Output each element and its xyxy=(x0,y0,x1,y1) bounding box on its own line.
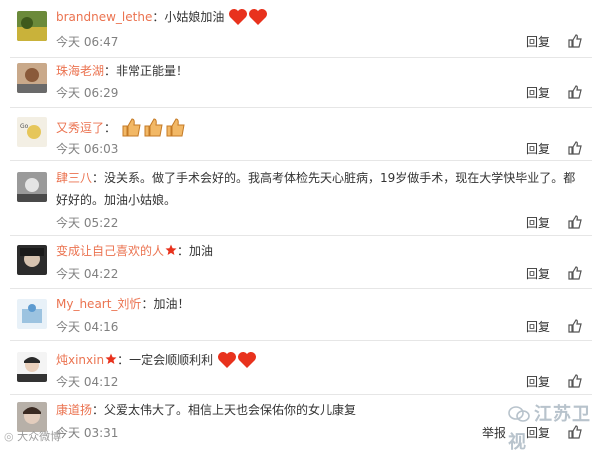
timestamp: 今天 04:22 xyxy=(56,267,119,281)
comment-text: 炖xinxin ：一定会顺顺利利 xyxy=(56,350,576,375)
thumbs-up-icon xyxy=(164,117,186,143)
thumbs-up-icon[interactable] xyxy=(568,141,582,155)
heart-icon xyxy=(217,351,237,375)
star-icon xyxy=(105,351,117,364)
username[interactable]: 肆三八 xyxy=(56,171,92,185)
timestamp: 今天 05:22 xyxy=(56,216,119,230)
comment-text-continued: 好好的。加油小姑娘。 xyxy=(56,193,177,207)
username[interactable]: My_heart_刘忻 xyxy=(56,297,141,311)
reply-button[interactable]: 回复 xyxy=(526,33,550,50)
reply-button[interactable]: 回复 xyxy=(526,265,550,282)
comment-text: 又秀逗了： xyxy=(56,117,576,143)
thumbs-up-icon[interactable] xyxy=(568,374,582,388)
thumbs-up-icon[interactable] xyxy=(568,34,582,48)
comment-text: 珠海老湖：非常正能量！ xyxy=(56,64,189,78)
divider xyxy=(10,394,592,395)
watermark-right: 江苏卫视 xyxy=(508,404,591,453)
timestamp: 今天 06:47 xyxy=(56,35,119,49)
avatar[interactable]: Go xyxy=(17,117,47,147)
heart-icon xyxy=(228,8,248,32)
avatar[interactable] xyxy=(17,63,47,93)
avatar[interactable] xyxy=(17,172,47,202)
comment-text: My_heart_刘忻：加油！ xyxy=(56,297,190,311)
thumbs-up-icon[interactable] xyxy=(568,85,582,99)
timestamp: 今天 03:31 xyxy=(56,426,119,440)
report-button[interactable]: 举报 xyxy=(482,424,506,441)
star-icon xyxy=(165,242,177,255)
divider xyxy=(10,57,592,58)
divider xyxy=(10,235,592,236)
reply-button[interactable]: 回复 xyxy=(526,318,550,335)
reply-button[interactable]: 回复 xyxy=(526,214,550,231)
username[interactable]: 炖xinxin xyxy=(56,353,104,367)
reply-button[interactable]: 回复 xyxy=(526,373,550,390)
heart-icon xyxy=(248,8,268,32)
timestamp: 今天 06:03 xyxy=(56,142,119,156)
thumbs-up-icon[interactable] xyxy=(568,319,582,333)
username[interactable]: brandnew_lethe xyxy=(56,10,152,24)
svg-text:Go: Go xyxy=(20,123,29,130)
username[interactable]: 珠海老湖 xyxy=(56,64,104,78)
avatar[interactable] xyxy=(17,245,47,275)
username[interactable]: 康道扬 xyxy=(56,403,92,417)
watermark-left: ◎ 大众微博 xyxy=(4,430,62,443)
thumbs-up-icon xyxy=(120,117,142,143)
wechat-icon xyxy=(508,405,530,428)
thumbs-up-icon[interactable] xyxy=(568,266,582,280)
divider xyxy=(10,288,592,289)
timestamp: 今天 04:16 xyxy=(56,320,119,334)
divider xyxy=(10,340,592,341)
heart-icon xyxy=(237,351,257,375)
weibo-icon: ◎ xyxy=(4,430,18,443)
divider xyxy=(10,160,592,161)
reply-button[interactable]: 回复 xyxy=(526,140,550,157)
avatar[interactable] xyxy=(17,11,47,41)
reply-button[interactable]: 回复 xyxy=(526,84,550,101)
timestamp: 今天 04:12 xyxy=(56,375,119,389)
thumbs-up-icon[interactable] xyxy=(568,215,582,229)
comment-text: brandnew_lethe：小姑娘加油 xyxy=(56,7,576,32)
username[interactable]: 变成让自己喜欢的人 xyxy=(56,244,164,258)
avatar[interactable] xyxy=(17,299,47,329)
divider xyxy=(10,107,592,108)
comment-text: 康道扬：父爱太伟大了。相信上天也会保佑你的女儿康复 xyxy=(56,403,357,417)
thumbs-up-icon xyxy=(142,117,164,143)
comment-text: 肆三八：没关系。做了手术会好的。我高考体检先天心脏病，19岁做手术，现在大学快毕… xyxy=(56,171,576,185)
username[interactable]: 又秀逗了 xyxy=(56,121,104,135)
avatar[interactable] xyxy=(17,352,47,382)
comment-text: 变成让自己喜欢的人 ：加油 xyxy=(56,242,214,258)
timestamp: 今天 06:29 xyxy=(56,86,119,100)
